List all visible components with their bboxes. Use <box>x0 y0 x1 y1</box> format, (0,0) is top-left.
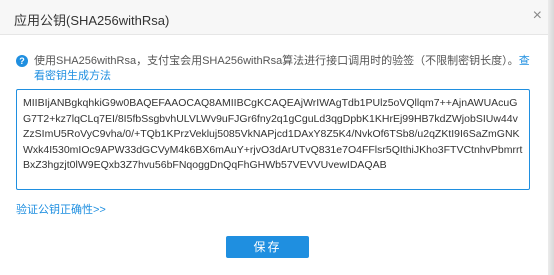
dialog-header: 应用公钥(SHA256withRsa) × <box>0 0 554 35</box>
info-text-block: 使用SHA256withRsa，支付宝会用SHA256withRsa算法进行接口… <box>34 54 531 84</box>
public-key-textarea[interactable]: MIIBIjANBgkqhkiG9w0BAQEFAAOCAQ8AMIIBCgKC… <box>16 89 530 190</box>
save-button[interactable]: 保存 <box>226 236 309 258</box>
info-notice: ? 使用SHA256withRsa，支付宝会用SHA256withRsa算法进行… <box>16 54 531 84</box>
window-edge <box>548 0 554 275</box>
info-text: 使用SHA256withRsa，支付宝会用SHA256withRsa算法进行接口… <box>34 55 519 67</box>
close-icon[interactable]: × <box>533 8 542 24</box>
question-icon: ? <box>16 55 28 67</box>
dialog-title: 应用公钥(SHA256withRsa) <box>14 13 170 28</box>
public-key-dialog: 应用公钥(SHA256withRsa) × ? 使用SHA256withRsa，… <box>0 0 554 275</box>
verify-public-key-link[interactable]: 验证公钥正确性>> <box>16 201 106 217</box>
